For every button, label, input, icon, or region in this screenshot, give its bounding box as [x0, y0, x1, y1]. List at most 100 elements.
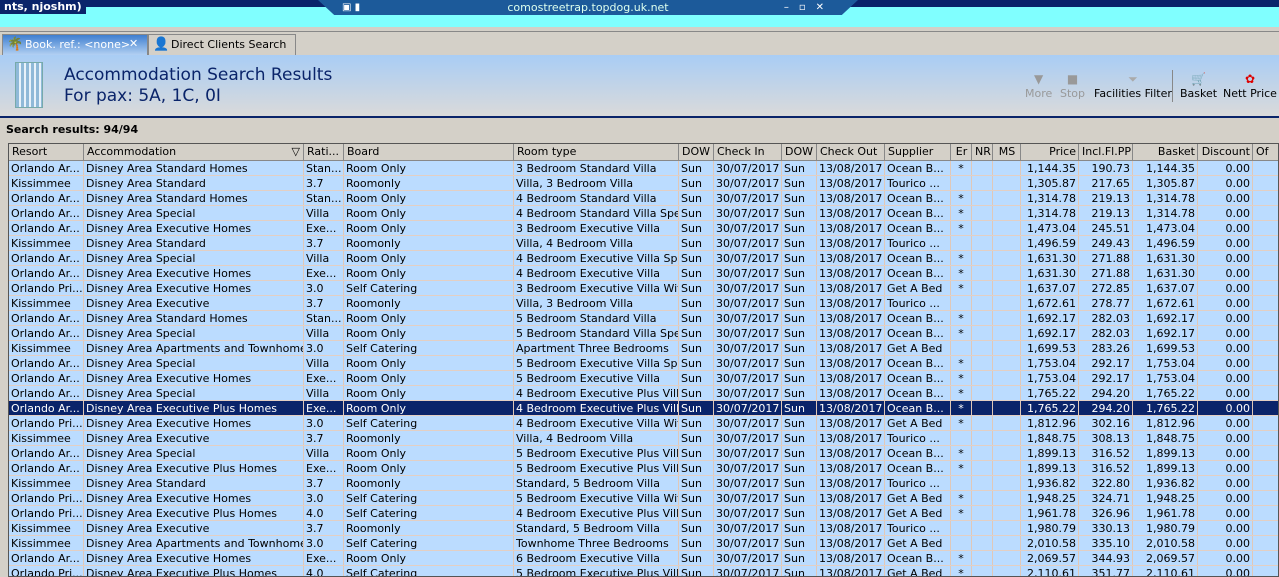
table-row[interactable]: Orlando Ar... Disney Area Standard Homes S…: [9, 191, 1278, 206]
facilities-filter-button[interactable]: ⏷ Facilities Filter: [1094, 71, 1172, 100]
table-row[interactable]: Orlando Ar... Disney Area Special Villa Roo…: [9, 446, 1278, 461]
table-cell: 0.00: [1198, 446, 1253, 460]
nett-price-button[interactable]: ✿ Nett Price: [1223, 71, 1277, 100]
table-cell: Disney Area Executive Plus Homes: [84, 506, 304, 520]
table-cell: 30/07/2017: [714, 341, 782, 355]
table-cell: Villa, 3 Bedroom Villa: [514, 176, 679, 190]
column-header[interactable]: Price: [1021, 144, 1079, 160]
table-header: Resort Accommodation ▽ Rati... Board Room typ…: [9, 144, 1278, 161]
column-header[interactable]: Board: [344, 144, 514, 160]
column-header[interactable]: NR: [972, 144, 993, 160]
column-header[interactable]: Room type: [514, 144, 679, 160]
table-cell: 1,936.82: [1133, 476, 1198, 490]
table-cell: *: [951, 416, 972, 430]
table-cell: Disney Area Special: [84, 251, 304, 265]
table-row[interactable]: Orlando Ar... Disney Area Special Villa Roo…: [9, 251, 1278, 266]
column-header[interactable]: DOW: [679, 144, 714, 160]
table-cell: *: [951, 356, 972, 370]
table-cell: 1,961.78: [1133, 506, 1198, 520]
table-row[interactable]: Orlando Ar... Disney Area Special Villa Roo…: [9, 206, 1278, 221]
column-header[interactable]: MS: [993, 144, 1021, 160]
table-cell: 4.0: [304, 566, 344, 576]
table-row[interactable]: Kissimmee Disney Area Standard 3.7 Roomonly…: [9, 476, 1278, 491]
table-cell: Kissimmee: [9, 236, 84, 250]
table-row[interactable]: Orlando Ar... Disney Area Executive Homes…: [9, 221, 1278, 236]
table-cell: Disney Area Executive Plus Homes: [84, 461, 304, 475]
table-row[interactable]: Kissimmee Disney Area Executive 3.7 Roomonl…: [9, 296, 1278, 311]
table-cell: [993, 356, 1021, 370]
basket-button[interactable]: 🛒 Basket: [1180, 71, 1217, 100]
table-row[interactable]: Kissimmee Disney Area Standard 3.7 Roomonly…: [9, 236, 1278, 251]
close-icon[interactable]: ✕: [129, 37, 138, 50]
column-header[interactable]: Check In: [714, 144, 782, 160]
table-cell: 0.00: [1198, 236, 1253, 250]
column-header[interactable]: Of: [1253, 144, 1278, 160]
filter-icon[interactable]: ▽: [292, 144, 300, 160]
table-cell: 13/08/2017: [817, 236, 885, 250]
column-header[interactable]: Accommodation ▽: [84, 144, 304, 160]
window-controls[interactable]: –▫✕: [784, 1, 834, 14]
more-button[interactable]: ▼ More: [1025, 71, 1052, 100]
table-cell: Sun: [782, 536, 817, 550]
table-cell: 2,069.57: [1021, 551, 1079, 565]
column-header[interactable]: DOW: [782, 144, 817, 160]
table-cell: Exe...: [304, 266, 344, 280]
table-row[interactable]: Kissimmee Disney Area Executive 3.7 Roomonl…: [9, 431, 1278, 446]
table-row[interactable]: Orlando Pri... Disney Area Executive Home…: [9, 491, 1278, 506]
table-cell: 1,314.78: [1133, 191, 1198, 205]
table-cell: [972, 236, 993, 250]
table-cell: 1,753.04: [1021, 371, 1079, 385]
table-cell: Disney Area Special: [84, 326, 304, 340]
tab-direct-clients-search[interactable]: 👤 Direct Clients Search: [148, 34, 296, 56]
column-header[interactable]: Basket: [1133, 144, 1198, 160]
table-cell: 1,637.07: [1021, 281, 1079, 295]
table-cell: Orlando Ar...: [9, 401, 84, 415]
table-cell: 2,010.58: [1133, 536, 1198, 550]
table-cell: 1,899.13: [1021, 461, 1079, 475]
table-cell: Sun: [679, 506, 714, 520]
table-cell: [1253, 446, 1278, 460]
table-row[interactable]: Orlando Ar... Disney Area Special Villa Roo…: [9, 356, 1278, 371]
column-header[interactable]: Supplier: [885, 144, 951, 160]
table-row[interactable]: Kissimmee Disney Area Apartments and Town…: [9, 341, 1278, 356]
table-cell: 1,637.07: [1133, 281, 1198, 295]
table-row[interactable]: Orlando Ar... Disney Area Executive Plus …: [9, 401, 1278, 416]
table-row[interactable]: Orlando Ar... Disney Area Standard Homes S…: [9, 161, 1278, 176]
table-row[interactable]: Orlando Ar... Disney Area Executive Homes…: [9, 266, 1278, 281]
table-cell: Sun: [782, 326, 817, 340]
table-cell: Room Only: [344, 446, 514, 460]
table-cell: Sun: [782, 266, 817, 280]
table-cell: [993, 401, 1021, 415]
table-row[interactable]: Kissimmee Disney Area Apartments and Town…: [9, 536, 1278, 551]
column-header[interactable]: Er: [951, 144, 972, 160]
table-cell: Sun: [679, 296, 714, 310]
table-row[interactable]: Kissimmee Disney Area Standard 3.7 Roomonly…: [9, 176, 1278, 191]
table-cell: 1,765.22: [1021, 401, 1079, 415]
table-row[interactable]: Orlando Ar... Disney Area Special Villa Roo…: [9, 326, 1278, 341]
table-row[interactable]: Kissimmee Disney Area Executive 3.7 Roomonl…: [9, 521, 1278, 536]
table-row[interactable]: Orlando Ar... Disney Area Special Villa Roo…: [9, 386, 1278, 401]
column-header[interactable]: Resort: [9, 144, 84, 160]
table-row[interactable]: Orlando Ar... Disney Area Standard Homes S…: [9, 311, 1278, 326]
tab-bar: 🌴 Book. ref.: <none> ✕ 👤 Direct Clients …: [0, 31, 1279, 56]
table-cell: 0.00: [1198, 281, 1253, 295]
table-cell: [1253, 551, 1278, 565]
table-row[interactable]: Orlando Ar... Disney Area Executive Plus …: [9, 461, 1278, 476]
table-row[interactable]: Orlando Ar... Disney Area Executive Homes…: [9, 551, 1278, 566]
column-header[interactable]: Rati...: [304, 144, 344, 160]
table-row[interactable]: Orlando Ar... Disney Area Executive Homes…: [9, 371, 1278, 386]
table-row[interactable]: Orlando Pri... Disney Area Executive Home…: [9, 281, 1278, 296]
stop-button[interactable]: ■ Stop: [1060, 71, 1085, 100]
table-cell: [1253, 566, 1278, 576]
table-cell: [1253, 461, 1278, 475]
table-cell: [972, 386, 993, 400]
column-header[interactable]: Check Out: [817, 144, 885, 160]
column-header[interactable]: Discount: [1198, 144, 1253, 160]
column-header[interactable]: Incl.Fl.PP: [1079, 144, 1133, 160]
table-row[interactable]: Orlando Pri... Disney Area Executive Plus…: [9, 566, 1278, 576]
table-row[interactable]: Orlando Pri... Disney Area Executive Plus…: [9, 506, 1278, 521]
table-row[interactable]: Orlando Pri... Disney Area Executive Home…: [9, 416, 1278, 431]
tab-booking[interactable]: 🌴 Book. ref.: <none> ✕: [2, 34, 148, 56]
table-cell: Disney Area Special: [84, 386, 304, 400]
table-cell: [1253, 491, 1278, 505]
